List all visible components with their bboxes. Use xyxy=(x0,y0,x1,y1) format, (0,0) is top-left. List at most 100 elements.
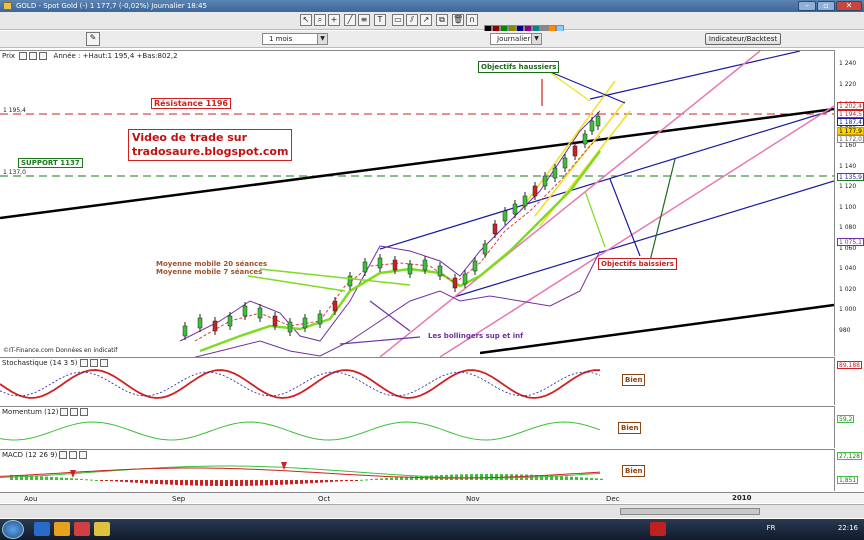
horizontal-scrollbar[interactable] xyxy=(0,504,864,518)
candle-body xyxy=(572,145,578,157)
trash-icon[interactable]: 🗑 xyxy=(452,14,464,26)
y-tick-label: 1 080 xyxy=(839,224,857,231)
candle-body xyxy=(562,157,568,169)
macd-bar xyxy=(75,478,78,480)
macd-bar xyxy=(95,479,98,481)
candle-body xyxy=(437,265,443,277)
macd-bar xyxy=(50,476,53,480)
macd-bar xyxy=(70,478,73,480)
candle-body xyxy=(287,321,293,333)
scrollbar-thumb[interactable] xyxy=(620,508,760,515)
candle-body xyxy=(462,273,468,285)
macd-bar xyxy=(160,480,163,485)
copy-icon[interactable]: ⧉ xyxy=(436,14,448,26)
macd-bar xyxy=(265,480,268,486)
stochastic-pane[interactable]: Stochastique (14 3 5) Bien xyxy=(0,357,834,405)
bollingers-annotation: Les bollingers sup et inf xyxy=(428,332,524,340)
candle-body xyxy=(272,315,278,327)
maximize-button[interactable]: ▫ xyxy=(817,1,835,11)
candle-body xyxy=(197,317,203,329)
y-tick-label: 1 120 xyxy=(839,183,857,190)
y-tick-label: 1 000 xyxy=(839,306,857,313)
macd-bar xyxy=(275,480,278,485)
macd-bar xyxy=(290,480,293,485)
macd-bar xyxy=(215,480,218,486)
draw-pen-icon[interactable]: ✎ xyxy=(86,32,100,46)
macd-bar xyxy=(135,480,138,483)
macd-bar xyxy=(185,480,188,486)
macd-bar xyxy=(325,480,328,483)
macd-bar xyxy=(200,480,203,486)
macd-bar xyxy=(245,480,248,486)
macd-value-tag: 27,128 xyxy=(837,452,862,460)
interval-value: Journalier xyxy=(497,35,531,43)
chevron-down-icon: ▼ xyxy=(531,34,541,44)
indicators-button[interactable]: Indicateur/Backtest xyxy=(705,33,781,45)
macd-bar xyxy=(395,477,398,480)
period-select[interactable]: 1 mois ▼ xyxy=(262,33,328,45)
candle-body xyxy=(522,195,528,207)
ie-icon[interactable] xyxy=(34,522,50,536)
y-tick-label: 1 240 xyxy=(839,60,857,67)
cursor-icon[interactable]: ↖ xyxy=(300,14,312,26)
macd-bar xyxy=(295,480,298,485)
long-trendline-upper xyxy=(0,107,834,220)
macd-bar xyxy=(340,480,343,482)
support-level-label: 1 137,0 xyxy=(3,169,26,176)
macd-bar xyxy=(140,480,143,484)
candle-body xyxy=(422,259,428,271)
resistance-level-label: 1 195,4 xyxy=(3,107,26,114)
channel-icon[interactable]: ⫽ xyxy=(406,14,418,26)
macd-bar xyxy=(600,478,603,480)
window-titlebar: GOLD - Spot Gold (-) 1 177,7 (-0,02%) Jo… xyxy=(0,0,864,12)
macd-bar xyxy=(130,480,133,483)
interval-select[interactable]: Journalier ▼ xyxy=(490,33,542,45)
trendline-icon[interactable]: ╱ xyxy=(344,14,356,26)
macd-pane[interactable]: MACD (12 26 9) Bien xyxy=(0,449,834,491)
momentum-pane[interactable]: Momentum (12) Bien xyxy=(0,406,834,448)
zoom-icon[interactable]: ⌕ xyxy=(314,14,326,26)
x-label-sep: Sep xyxy=(172,495,186,503)
chart-app-icon[interactable] xyxy=(94,522,110,536)
macd-bar xyxy=(90,479,93,481)
candle-body xyxy=(257,307,263,319)
macd-bar xyxy=(370,479,373,481)
candle-body xyxy=(242,305,248,317)
macd-bar xyxy=(225,480,228,486)
y-tick-label: 1 140 xyxy=(839,162,857,170)
magnet-icon[interactable]: ∩ xyxy=(466,14,478,26)
macd-arrow-2 xyxy=(281,462,287,470)
candle-body xyxy=(502,210,508,222)
taskbar-app-icon[interactable] xyxy=(650,522,666,536)
close-button[interactable]: ✕ xyxy=(836,1,862,11)
minimize-button[interactable]: – xyxy=(798,1,816,11)
language-indicator[interactable]: FR xyxy=(767,524,776,532)
momentum-line xyxy=(0,421,601,441)
price-pane[interactable]: Prix Année : +Haut:1 195,4 +Bas:802,2 1 … xyxy=(0,50,834,357)
candle-body xyxy=(332,300,338,312)
macd-bar xyxy=(250,480,253,486)
macd-bar xyxy=(565,476,568,480)
macd-bar xyxy=(305,480,308,484)
objectifs-baissiers-label: Objectifs baissiers xyxy=(598,258,677,270)
rectangle-icon[interactable]: ▭ xyxy=(392,14,404,26)
crosshair-icon[interactable]: + xyxy=(328,14,340,26)
arrow-tool-icon[interactable]: ↗ xyxy=(420,14,432,26)
fibonacci-icon[interactable]: ≡ xyxy=(358,14,370,26)
macd-bar xyxy=(85,479,88,481)
clock: 22:16 xyxy=(837,524,858,532)
macd-bar xyxy=(380,478,383,480)
arrow-mm7 xyxy=(247,275,346,292)
channel-lower xyxy=(453,180,834,298)
text-tool-icon[interactable]: T xyxy=(374,14,386,26)
macd-bar xyxy=(300,480,303,484)
explorer-icon[interactable] xyxy=(54,522,70,536)
y-tick-label: 1 220 xyxy=(839,80,857,88)
mm20-annotation: Moyenne mobile 20 séances xyxy=(156,260,268,268)
x-label-aou: Aou xyxy=(24,495,38,503)
start-button[interactable] xyxy=(2,520,24,539)
price-y-axis: 1 2401 2201 2001 1801 1601 1401 1201 100… xyxy=(834,50,864,356)
macd-bar xyxy=(110,480,113,482)
media-icon[interactable] xyxy=(74,522,90,536)
macd-bar xyxy=(60,477,63,480)
